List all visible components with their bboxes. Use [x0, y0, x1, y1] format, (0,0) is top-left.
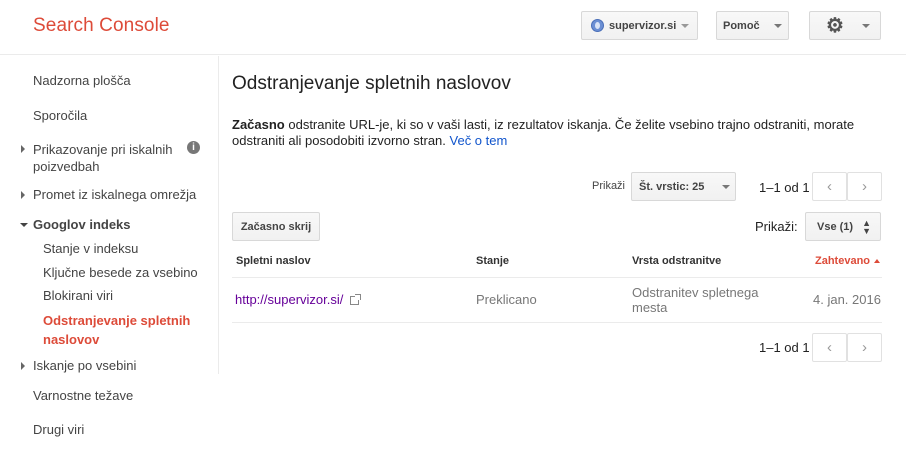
status-cell: Preklicano	[476, 292, 537, 307]
chevron-right-icon: ›	[862, 339, 867, 356]
temporarily-hide-button[interactable]: Začasno skrij	[232, 212, 320, 241]
next-page-button[interactable]: ›	[847, 333, 882, 362]
chevron-left-icon: ‹	[827, 339, 832, 356]
column-header-removal-type[interactable]: Vrsta odstranitve	[632, 255, 721, 267]
sidebar-item-dashboard[interactable]: Nadzorna plošča	[33, 73, 131, 88]
divider	[232, 277, 882, 278]
sidebar-item-messages[interactable]: Sporočila	[33, 108, 87, 123]
sidebar-item-other-resources[interactable]: Drugi viri	[33, 422, 84, 437]
column-header-requested[interactable]: Zahtevano	[815, 255, 880, 267]
divider	[232, 322, 882, 323]
column-header-status[interactable]: Stanje	[476, 255, 509, 267]
collapse-arrow-icon	[20, 223, 28, 227]
page-description: Začasno odstranite URL-je, ki so v vaši …	[232, 117, 882, 149]
top-bar: Search Console supervizor.si Pomoč ⚙	[0, 0, 906, 55]
desc-bold: Začasno	[232, 117, 285, 132]
chevron-down-icon	[861, 23, 870, 28]
sidebar-item-remove-urls[interactable]: Odstranjevanje spletnih naslovov	[43, 311, 208, 349]
requested-date-cell: 4. jan. 2016	[813, 292, 881, 307]
pager-text-bottom: 1–1 od 1	[759, 340, 810, 355]
expand-arrow-icon	[21, 145, 25, 153]
prev-page-button[interactable]: ‹	[812, 333, 847, 362]
sidebar-item-security-issues[interactable]: Varnostne težave	[33, 388, 133, 403]
help-label: Pomoč	[723, 19, 760, 32]
sidebar-item-search-traffic[interactable]: Promet iz iskalnega omrežja	[21, 187, 197, 202]
sidebar-item-crawl[interactable]: Iskanje po vsebini	[21, 358, 137, 373]
chevron-left-icon: ‹	[827, 178, 832, 195]
rows-select-label: Št. vrstic: 25	[639, 180, 705, 193]
sidebar-item-label: Prikazovanje pri iskalnih poizvedbah	[33, 142, 173, 174]
sidebar-item-label: Googlov indeks	[33, 217, 131, 232]
desc-text: odstranite URL-je, ki so v vaši lasti, i…	[232, 117, 855, 148]
site-selector-button[interactable]: supervizor.si	[581, 11, 698, 40]
settings-button[interactable]: ⚙	[809, 11, 881, 40]
chevron-down-icon	[773, 23, 782, 28]
app-logo[interactable]: Search Console	[33, 15, 170, 37]
show-label: Prikaži	[592, 180, 626, 192]
filter-select-label: Vse (1)	[817, 220, 854, 233]
sidebar-item-label: Promet iz iskalnega omrežja	[33, 187, 197, 202]
sidebar-item-google-index[interactable]: Googlov indeks	[20, 217, 131, 232]
sidebar-item-label: Iskanje po vsebini	[33, 358, 137, 373]
removal-type-cell: Odstranitev spletnega mesta	[632, 285, 759, 315]
next-page-button[interactable]: ›	[847, 172, 882, 201]
sidebar-item-index-status[interactable]: Stanje v indeksu	[43, 241, 138, 256]
chevron-down-icon	[681, 23, 690, 28]
chevron-right-icon: ›	[862, 178, 867, 195]
expand-arrow-icon	[21, 362, 25, 370]
filter-select[interactable]: Vse (1) ▲ ▼	[805, 212, 881, 241]
expand-arrow-icon	[21, 191, 25, 199]
learn-more-link[interactable]: Več o tem	[450, 133, 508, 148]
help-button[interactable]: Pomoč	[716, 11, 789, 40]
pager-text-top: 1–1 od 1	[759, 180, 810, 195]
globe-icon	[591, 19, 604, 32]
filter-label: Prikaži:	[755, 219, 798, 234]
column-header-url[interactable]: Spletni naslov	[236, 255, 311, 267]
site-label: supervizor.si	[609, 19, 677, 32]
sidebar-item-search-appearance[interactable]: Prikazovanje pri iskalnih poizvedbah	[21, 141, 183, 175]
page-title: Odstranjevanje spletnih naslovov	[232, 73, 511, 94]
chevron-down-icon	[722, 184, 731, 189]
url-cell[interactable]: http://supervizor.si/	[235, 292, 362, 307]
info-icon[interactable]: i	[187, 141, 200, 154]
up-down-icon: ▲ ▼	[862, 217, 871, 236]
prev-page-button[interactable]: ‹	[812, 172, 847, 201]
url-link[interactable]: http://supervizor.si/	[235, 292, 343, 307]
sidebar-item-blocked-resources[interactable]: Blokirani viri	[43, 288, 113, 303]
sidebar-item-content-keywords[interactable]: Ključne besede za vsebino	[43, 265, 198, 280]
external-link-icon[interactable]	[350, 294, 362, 306]
rows-per-page-select[interactable]: Št. vrstic: 25	[631, 172, 736, 201]
gear-icon: ⚙	[826, 14, 844, 37]
